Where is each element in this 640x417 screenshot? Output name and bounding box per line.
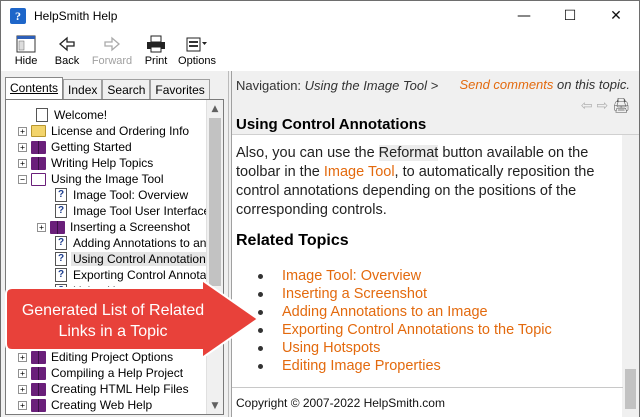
tree-item-selected[interactable]: ? Using Control Annotations [55,251,214,267]
window-title: HelpSmith Help [34,9,118,23]
forward-button[interactable]: Forward [87,31,137,67]
list-item: Image Tool: Overview [258,267,552,285]
options-icon [186,34,208,54]
related-topics-heading: Related Topics [236,232,349,249]
list-item: Exporting Control Annotations to the Top… [258,321,552,339]
hide-button[interactable]: Hide [5,31,47,67]
callout-annotation: Generated List of Related Links in a Top… [2,278,260,360]
callout-text: Generated List of Related Links in a Top… [21,302,205,340]
book-icon [31,398,46,412]
tab-search[interactable]: Search [102,79,151,99]
help-page-icon: ? [55,204,67,218]
help-page-icon: ? [55,188,67,202]
scroll-down-icon[interactable]: ▼ [207,397,223,414]
tree-item[interactable]: ? Image Tool: Overview [55,187,190,203]
breadcrumb-link[interactable]: Using the Image Tool > [305,78,439,93]
expand-icon[interactable]: + [18,142,27,152]
print-topic-icon[interactable]: 🖨 [612,98,630,114]
related-link[interactable]: Exporting Control Annotations to the Top… [282,321,552,339]
navigation-pane: Contents Index Search Favorites Welcome!… [0,71,228,417]
maximize-button[interactable]: ☐ [547,1,593,31]
breadcrumb: Navigation: Using the Image Tool > [236,78,439,93]
related-link[interactable]: Image Tool: Overview [282,267,421,285]
expand-icon[interactable]: + [18,158,27,168]
collapse-icon[interactable]: − [18,174,27,184]
close-button[interactable]: ✕ [593,1,639,31]
topic-body: Also, you can use the Reformat button av… [236,145,595,218]
forward-arrow-icon [103,34,121,54]
book-icon [31,140,46,154]
previous-topic-icon[interactable]: ⇦ [581,98,593,114]
tree-item[interactable]: + License and Ordering Info [18,123,191,139]
tree-item[interactable]: − Using the Image Tool [18,171,166,187]
tree-item[interactable]: + Compiling a Help Project [18,365,185,381]
tree-item[interactable]: Welcome! [36,107,109,123]
topic-scrollbar[interactable] [622,135,639,417]
toolbar: Hide Back Forward Print Options [0,31,640,71]
tab-contents[interactable]: Contents [5,77,64,99]
book-icon [31,366,46,380]
nav-tabs: Contents Index Search Favorites [5,77,210,99]
expand-icon[interactable]: + [18,368,27,378]
scroll-up-icon[interactable]: ▲ [207,100,223,117]
list-item: Using Hotspots [258,339,552,357]
send-comments-link[interactable]: Send comments [459,77,553,92]
printer-icon [146,34,166,54]
title-bar: ? HelpSmith Help — ☐ ✕ [0,0,640,31]
expand-icon[interactable]: + [37,222,46,232]
image-tool-link[interactable]: Image Tool [324,164,395,180]
topic-header: Navigation: Using the Image Tool > Send … [232,71,639,135]
contents-tree[interactable]: Welcome! + License and Ordering Info + G… [5,99,224,415]
tab-index[interactable]: Index [63,79,103,99]
tree-scrollbar[interactable]: ▲ ▼ [206,100,223,414]
hide-icon [16,34,36,54]
app-help-icon: ? [10,8,26,24]
scrollbar-thumb[interactable] [625,369,636,409]
reformat-term: Reformat [378,145,439,161]
related-link[interactable]: Using Hotspots [282,339,380,357]
page-title: Using Control Annotations [236,116,427,133]
book-icon [31,382,46,396]
tree-item[interactable]: + Getting Started [18,139,134,155]
tree-item[interactable]: + Inserting a Screenshot [37,219,192,235]
next-topic-icon[interactable]: ⇨ [596,98,608,114]
book-icon [31,156,46,170]
expand-icon[interactable]: + [18,384,27,394]
related-link[interactable]: Adding Annotations to an Image [282,303,488,321]
back-button[interactable]: Back [48,31,86,67]
expand-icon[interactable]: + [18,126,27,136]
open-book-icon [31,172,46,186]
folder-icon [31,125,46,137]
tree-item[interactable]: + Creating HTML Help Files [18,381,191,397]
book-icon [50,220,65,234]
minimize-button[interactable]: — [501,1,547,31]
tree-item[interactable]: ? Image Tool User Interface [55,203,212,219]
list-item: Adding Annotations to an Image [258,303,552,321]
list-item: Editing Image Properties [258,357,552,375]
topic-nav-icons: ⇦ ⇨ 🖨 [581,98,630,114]
copyright-footer: Copyright © 2007-2022 HelpSmith.com [232,387,623,417]
page-icon [36,108,48,122]
list-item: Inserting a Screenshot [258,285,552,303]
print-button[interactable]: Print [138,31,174,67]
back-arrow-icon [58,34,76,54]
help-page-icon: ? [55,252,67,266]
tree-item[interactable]: + Creating Web Help [18,397,154,413]
tree-item[interactable]: + Writing Help Topics [18,155,155,171]
options-button[interactable]: Options [175,31,219,67]
scrollbar-thumb[interactable] [209,118,221,286]
tab-favorites[interactable]: Favorites [150,79,210,99]
related-topics-list: Image Tool: Overview Inserting a Screens… [258,267,552,375]
related-link[interactable]: Inserting a Screenshot [282,285,427,303]
tree-item[interactable]: ? Adding Annotations to an Image [55,235,223,251]
topic-pane: Navigation: Using the Image Tool > Send … [231,71,640,417]
related-link[interactable]: Editing Image Properties [282,357,441,375]
help-page-icon: ? [55,236,67,250]
expand-icon[interactable]: + [18,400,27,410]
send-comments: Send comments on this topic. [459,77,630,92]
